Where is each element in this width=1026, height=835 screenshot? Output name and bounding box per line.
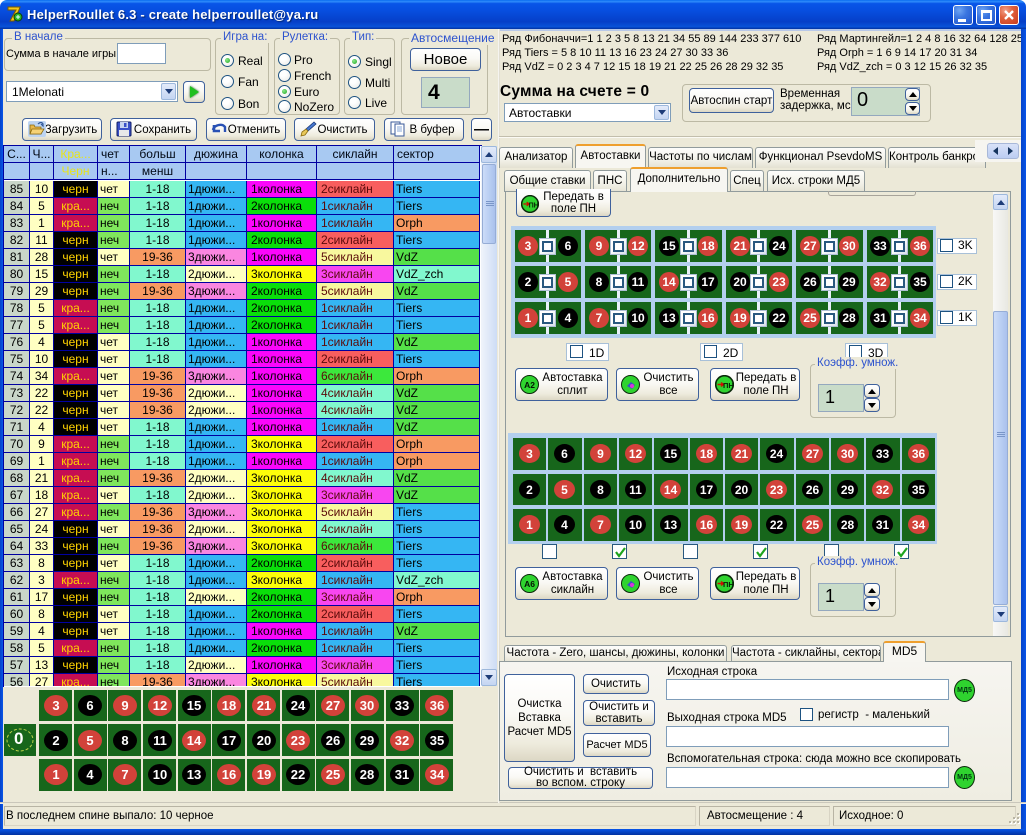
svg-text:ПН: ПН <box>529 201 539 209</box>
svg-text:ПН: ПН <box>723 381 734 390</box>
svg-text:ПН: ПН <box>723 580 734 589</box>
